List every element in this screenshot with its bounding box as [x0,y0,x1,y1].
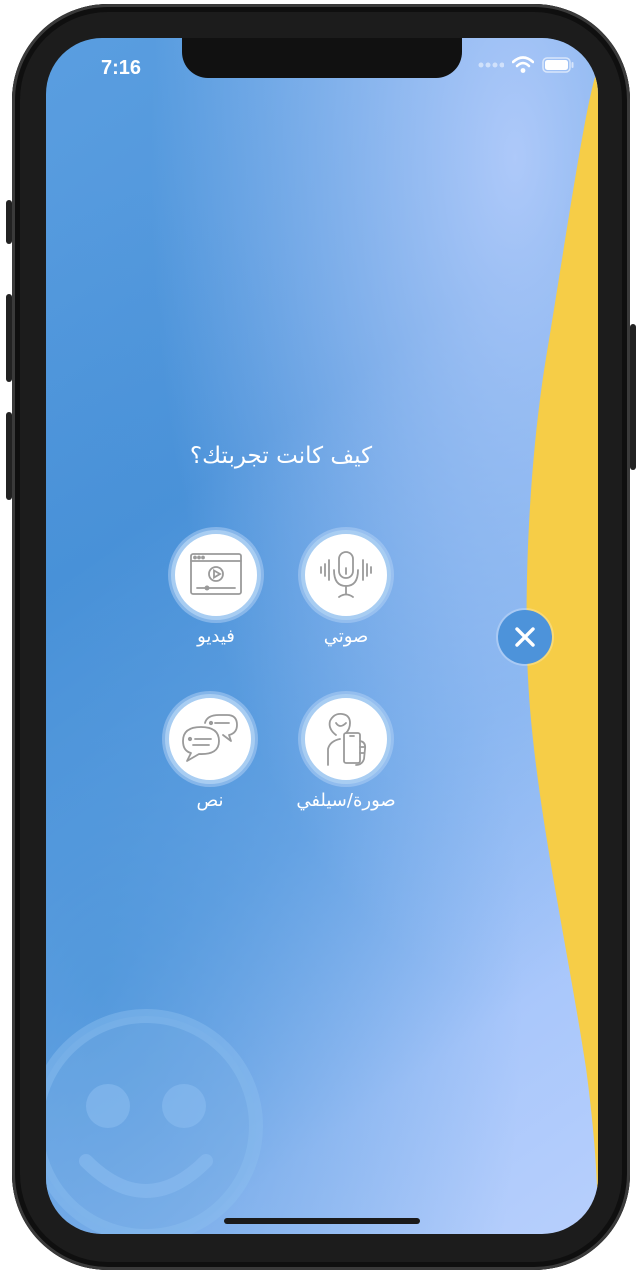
close-icon [515,627,535,647]
mute-switch [6,200,12,244]
volume-down-button [6,412,12,500]
option-video[interactable]: فيديو [156,530,276,647]
power-button [630,324,636,470]
app-screen: 7:16 كيف كانت تجربتك؟ صوتي فيديو صورة/سي… [46,38,598,1234]
battery-icon [542,57,574,73]
chat-bubbles-icon [182,714,238,762]
selfie-option-label: صورة/سيلفي [296,790,396,811]
selfie-phone-icon [327,712,367,766]
option-selfie[interactable]: صورة/سيلفي [286,694,406,811]
voice-option-label: صوتي [323,626,369,647]
home-indicator[interactable] [224,1218,420,1224]
status-icons [478,56,574,74]
option-text[interactable]: نص [150,694,270,811]
selfie-option-circle[interactable] [301,694,391,784]
signal-dots-icon [478,62,504,68]
volume-up-button [6,294,12,382]
video-option-circle[interactable] [171,530,261,620]
wifi-icon [512,56,534,73]
smiley-watermark-icon [46,1009,263,1234]
text-option-label: نص [196,790,224,811]
device-notch [182,38,462,78]
close-button[interactable] [498,610,552,664]
video-player-icon [190,553,242,595]
voice-option-circle[interactable] [301,530,391,620]
microphone-icon [320,551,372,598]
experience-question: كيف كانت تجربتك؟ [189,443,373,469]
option-voice[interactable]: صوتي [286,530,406,647]
video-option-label: فيديو [197,626,235,647]
status-time: 7:16 [101,57,142,79]
text-option-circle[interactable] [165,694,255,784]
